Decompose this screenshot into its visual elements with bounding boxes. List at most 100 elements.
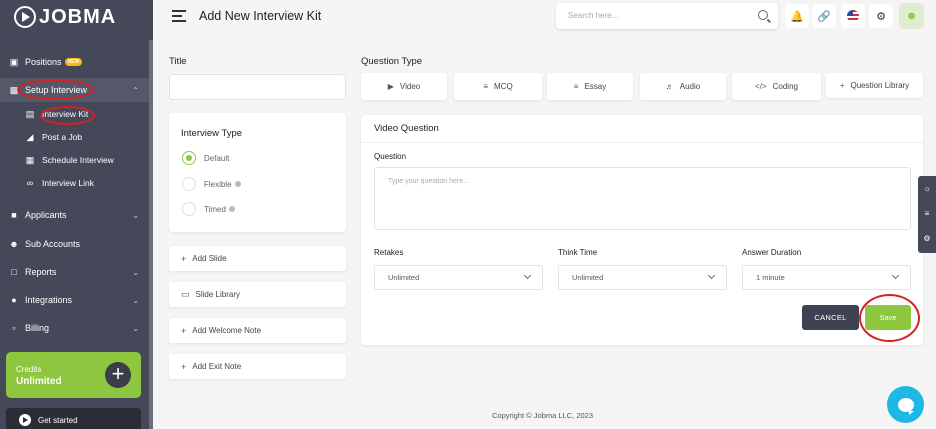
- copyright-text: Copyright © Jobma LLC, 2023: [492, 411, 593, 420]
- notification-bell-icon[interactable]: 🔔: [785, 4, 809, 28]
- button-label: Add Welcome Note: [192, 326, 262, 335]
- users-icon: ■: [11, 210, 17, 220]
- chevron-up-icon: ⌃: [132, 85, 139, 95]
- language-flag-button[interactable]: [841, 4, 865, 28]
- sidebar-item-label: Integrations: [25, 295, 73, 305]
- title-label: Title: [169, 56, 187, 67]
- info-icon[interactable]: [228, 206, 235, 212]
- radio-selected-icon: [182, 151, 196, 165]
- retakes-label: Retakes: [374, 248, 404, 257]
- question-type-mcq[interactable]: ≡ MCQ: [454, 73, 542, 100]
- top-header: Add New Interview Kit Search here... 🔔 🔗…: [153, 0, 936, 34]
- interview-type-title: Interview Type: [181, 128, 243, 139]
- interview-type-flexible[interactable]: Flexible: [182, 177, 241, 191]
- radio-label: Flexible: [204, 179, 232, 189]
- sidebar-item-applicants[interactable]: ■ Applicants ⌄: [0, 203, 149, 227]
- search-input[interactable]: Search here...: [556, 3, 778, 29]
- button-label: Add Exit Note: [192, 362, 242, 371]
- align-icon[interactable]: ≡: [918, 201, 936, 226]
- sidebar-item-sub-accounts[interactable]: ☻ Sub Accounts: [0, 232, 149, 256]
- credits-value: Unlimited: [16, 376, 62, 387]
- link-icon[interactable]: 🔗: [812, 4, 836, 28]
- info-icon[interactable]: [234, 181, 241, 187]
- new-badge: NEW: [64, 58, 83, 66]
- question-label: Question: [374, 152, 407, 161]
- think-time-select[interactable]: Unlimited: [558, 265, 727, 290]
- slide-library-button[interactable]: ▭ Slide Library: [169, 282, 346, 307]
- plus-icon: +: [181, 325, 187, 336]
- cancel-button[interactable]: CANCEL: [802, 305, 859, 330]
- title-input[interactable]: [169, 74, 346, 100]
- id-card-icon: ▤: [25, 108, 35, 119]
- speaker-icon: ♬: [665, 82, 674, 91]
- chevron-down-icon: [891, 271, 900, 280]
- annotation-ring-setup-interview: [17, 79, 94, 100]
- add-credits-button[interactable]: +: [105, 362, 131, 388]
- menu-toggle-icon[interactable]: [172, 10, 186, 22]
- play-logo-icon: [14, 6, 36, 28]
- settings-gear-icon[interactable]: ⚙: [918, 226, 936, 251]
- file-icon: □: [11, 267, 17, 277]
- sidebar-item-label: Sub Accounts: [25, 239, 81, 249]
- question-type-essay[interactable]: ≡ Essay: [547, 73, 633, 100]
- question-type-video[interactable]: ▶ Video: [361, 73, 447, 100]
- question-type-coding[interactable]: </> Coding: [732, 73, 821, 100]
- sidebar-scrollbar[interactable]: [149, 40, 153, 429]
- add-slide-button[interactable]: + Add Slide: [169, 246, 346, 271]
- video-question-card: Video Question Question Type your questi…: [361, 115, 923, 345]
- plus-icon: +: [839, 81, 845, 90]
- question-library-button[interactable]: + Question Library: [826, 73, 923, 98]
- question-textarea[interactable]: Type your question here...: [374, 167, 911, 230]
- question-type-audio[interactable]: ♬ Audio: [640, 73, 726, 100]
- code-icon: </>: [755, 82, 767, 91]
- calendar-icon: ▦: [25, 154, 35, 165]
- chat-bubble-icon: [897, 397, 914, 415]
- chevron-down-icon: ⌄: [132, 323, 139, 333]
- sidebar-subitem-schedule-interview[interactable]: ▦ Schedule Interview: [0, 150, 149, 170]
- sidebar-item-reports[interactable]: □ Reports ⌄: [0, 260, 149, 284]
- answer-duration-label: Answer Duration: [742, 248, 802, 257]
- annotation-ring-save: [859, 294, 920, 342]
- chat-button[interactable]: [887, 386, 924, 423]
- question-type-label: Audio: [679, 82, 701, 91]
- credits-label: Credits: [16, 365, 42, 374]
- us-flag-icon: [847, 10, 859, 22]
- brand-name: JOBMA: [39, 5, 117, 28]
- get-started-button[interactable]: Get started: [6, 408, 141, 429]
- settings-gear-icon[interactable]: ⚙: [869, 4, 893, 28]
- sidebar-item-billing[interactable]: ▫ Billing ⌄: [0, 316, 149, 340]
- retakes-select[interactable]: Unlimited: [374, 265, 543, 290]
- sidebar-item-label: Reports: [25, 267, 57, 277]
- brand-logo[interactable]: JOBMA: [14, 5, 116, 29]
- question-placeholder: Type your question here...: [388, 178, 469, 185]
- question-type-label: Question Library: [850, 81, 910, 90]
- interview-type-timed[interactable]: Timed: [182, 202, 235, 216]
- sidebar-item-positions[interactable]: ▣ Positions NEW: [0, 50, 149, 74]
- brightness-icon[interactable]: ☼: [918, 176, 936, 201]
- sidebar-subitem-interview-link[interactable]: ∞ Interview Link: [0, 173, 149, 193]
- divider: [361, 142, 923, 143]
- button-label: Slide Library: [195, 290, 240, 299]
- text-lines-icon: ≡: [573, 82, 579, 91]
- sidebar-subitem-post-job[interactable]: ◢ Post a Job: [0, 127, 149, 147]
- chevron-down-icon: [707, 271, 716, 280]
- radio-icon: [182, 177, 196, 191]
- radio-label: Timed: [204, 204, 226, 214]
- think-time-value: Unlimited: [572, 273, 604, 282]
- add-exit-note-button[interactable]: + Add Exit Note: [169, 354, 346, 379]
- sidebar-subitem-label: Interview Link: [42, 178, 94, 188]
- search-icon[interactable]: [758, 10, 768, 20]
- sidebar-item-label: Billing: [25, 323, 50, 333]
- plus-icon: +: [181, 253, 187, 264]
- add-welcome-note-button[interactable]: + Add Welcome Note: [169, 318, 346, 343]
- right-toolbar: ☼ ≡ ⚙: [918, 176, 936, 253]
- sidebar-item-integrations[interactable]: ● Integrations ⌄: [0, 288, 149, 312]
- annotation-ring-interview-kit: [40, 106, 95, 125]
- plus-icon: +: [181, 361, 187, 372]
- chevron-down-icon: [523, 271, 532, 280]
- answer-duration-select[interactable]: 1 minute: [742, 265, 911, 290]
- user-avatar[interactable]: ☻: [899, 3, 924, 29]
- sidebar-subitem-label: Schedule Interview: [42, 155, 114, 165]
- interview-type-default[interactable]: Default: [182, 151, 229, 165]
- search-placeholder: Search here...: [568, 11, 619, 20]
